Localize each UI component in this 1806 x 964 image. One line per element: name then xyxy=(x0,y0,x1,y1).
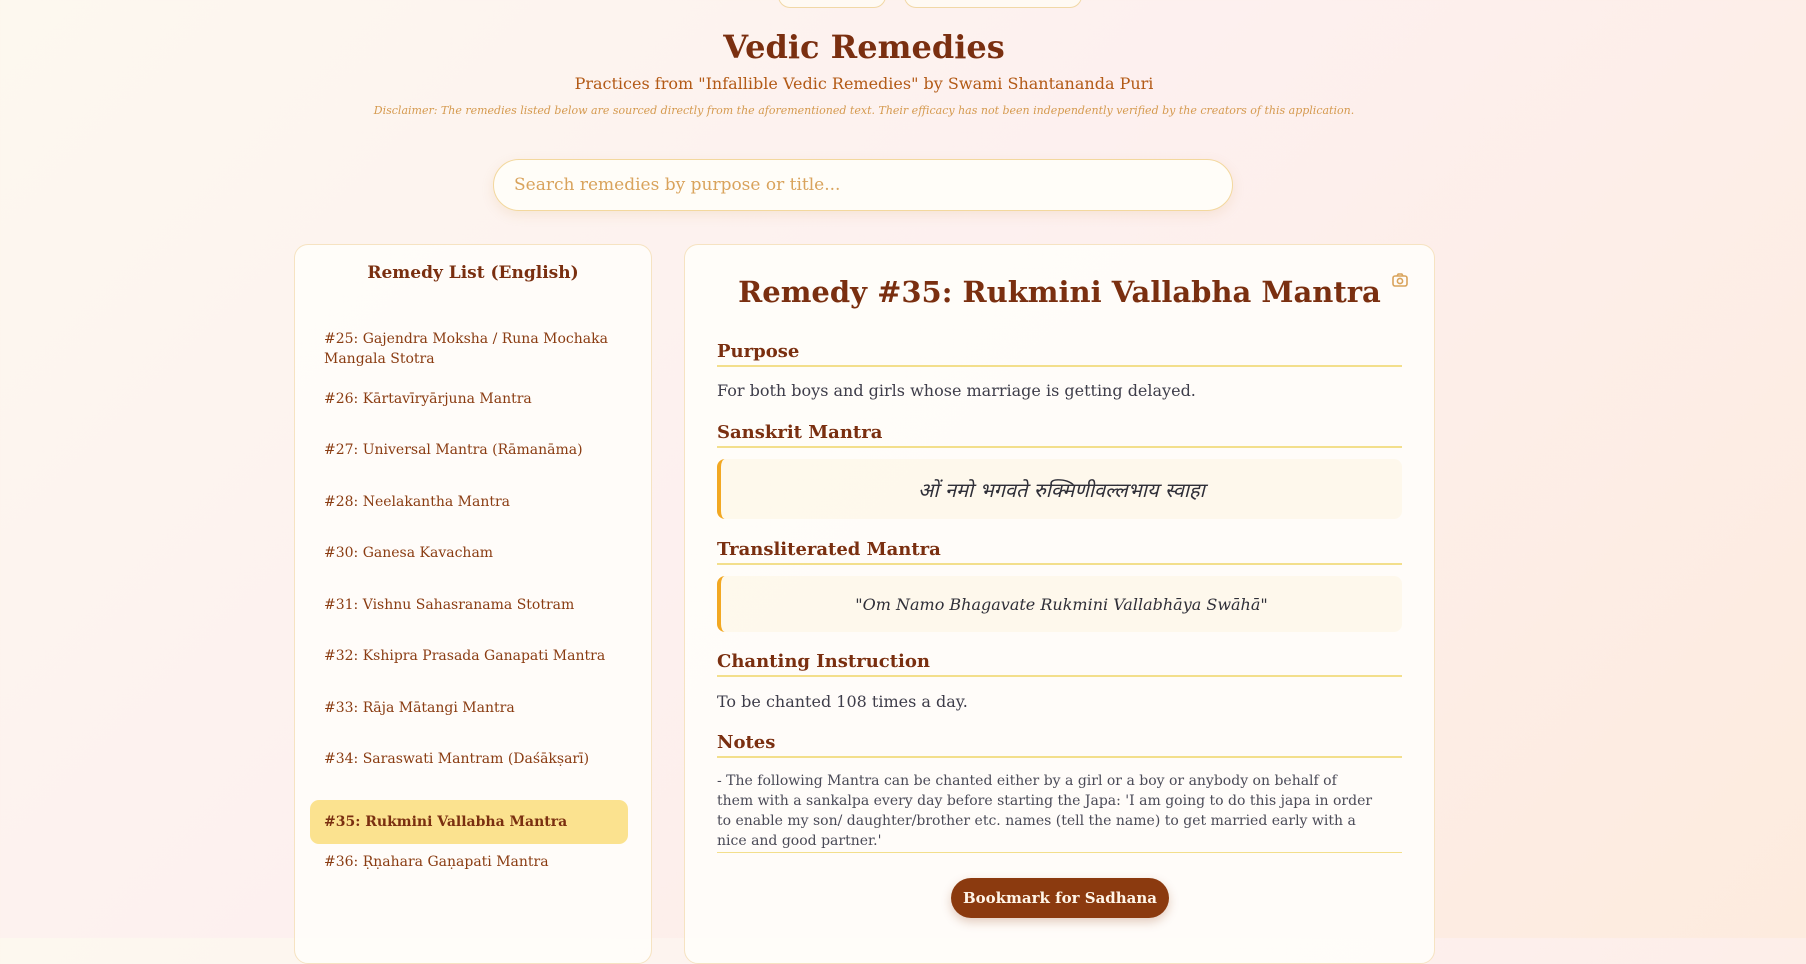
list-item-label: #32: Kshipra Prasada Ganapati Mantra xyxy=(324,648,606,664)
page-subtitle: Practices from "Infallible Vedic Remedie… xyxy=(574,74,1154,93)
list-item-label: #25: Gajendra Moksha / Runa Mochaka Mang… xyxy=(324,331,608,367)
list-item-26[interactable]: #26: Kārtavīryārjuna Mantra xyxy=(310,377,628,421)
transliterated-mantra-text: "Om Namo Bhagavate Rukmini Vallabhāya Sw… xyxy=(855,594,1268,614)
page-title: Vedic Remedies xyxy=(723,28,1005,66)
list-item-36[interactable]: #36: Ṛṇahara Gaṇapati Mantra xyxy=(310,840,628,884)
remedy-detail-panel: Remedy #35: Rukmini Vallabha Mantra Purp… xyxy=(684,244,1435,964)
purpose-heading: Purpose xyxy=(717,341,1402,367)
list-item-label: #28: Neelakantha Mantra xyxy=(324,494,511,510)
list-item-28[interactable]: #28: Neelakantha Mantra xyxy=(310,480,628,524)
list-item-label: #31: Vishnu Sahasranama Stotram xyxy=(324,597,575,613)
chanting-text: To be chanted 108 times a day. xyxy=(717,692,968,711)
list-item-27[interactable]: #27: Universal Mantra (Rāmanāma) xyxy=(310,428,628,472)
list-item-label: #27: Universal Mantra (Rāmanāma) xyxy=(324,442,583,458)
sanskrit-heading: Sanskrit Mantra xyxy=(717,422,1402,448)
top-tab-1[interactable] xyxy=(778,0,886,8)
list-item-label: #26: Kārtavīryārjuna Mantra xyxy=(324,391,532,407)
transliterated-heading: Transliterated Mantra xyxy=(717,539,1402,565)
list-item-33[interactable]: #33: Rāja Mātangi Mantra xyxy=(310,686,628,730)
list-item-35-active[interactable]: #35: Rukmini Vallabha Mantra xyxy=(310,800,628,844)
disclaimer-text: Disclaimer: The remedies listed below ar… xyxy=(373,104,1355,117)
list-item-32[interactable]: #32: Kshipra Prasada Ganapati Mantra xyxy=(310,634,628,678)
bookmark-button[interactable]: Bookmark for Sadhana xyxy=(951,878,1169,918)
chanting-heading: Chanting Instruction xyxy=(717,651,1402,677)
notes-text: - The following Mantra can be chanted ei… xyxy=(717,773,1373,849)
list-item-label: #35: Rukmini Vallabha Mantra xyxy=(324,814,568,830)
list-item-label: #30: Ganesa Kavacham xyxy=(324,545,494,561)
list-item-label: #33: Rāja Mātangi Mantra xyxy=(324,700,515,716)
remedy-list-panel: Remedy List (English) #25: Gajendra Moks… xyxy=(294,244,652,964)
list-item-31[interactable]: #31: Vishnu Sahasranama Stotram xyxy=(310,583,628,627)
transliterated-mantra-box: "Om Namo Bhagavate Rukmini Vallabhāya Sw… xyxy=(717,576,1402,632)
remedy-title: Remedy #35: Rukmini Vallabha Mantra xyxy=(738,275,1381,309)
divider xyxy=(717,852,1402,853)
sanskrit-mantra-text: ओं नमो भगवते रुक्मिणीवल्लभाय स्वाहा xyxy=(918,477,1205,502)
remedy-list-title: Remedy List (English) xyxy=(367,263,579,283)
purpose-text: For both boys and girls whose marriage i… xyxy=(717,381,1196,400)
list-item-34[interactable]: #34: Saraswati Mantram (Daśākṣarī) xyxy=(310,737,628,781)
list-item-25[interactable]: #25: Gajendra Moksha / Runa Mochaka Mang… xyxy=(310,327,628,371)
notes-heading: Notes xyxy=(717,732,1402,758)
search-input[interactable] xyxy=(493,159,1233,211)
list-item-label: #34: Saraswati Mantram (Daśākṣarī) xyxy=(324,751,590,767)
top-tab-2[interactable] xyxy=(904,0,1082,8)
list-item-30[interactable]: #30: Ganesa Kavacham xyxy=(310,531,628,575)
sanskrit-mantra-box: ओं नमो भगवते रुक्मिणीवल्लभाय स्वाहा xyxy=(717,459,1402,519)
list-item-label: #36: Ṛṇahara Gaṇapati Mantra xyxy=(324,854,549,870)
